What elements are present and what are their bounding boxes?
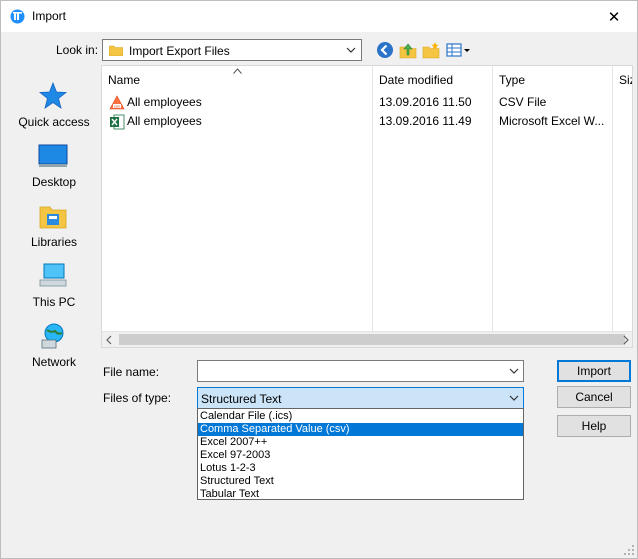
column-header-name[interactable]: Name: [102, 66, 372, 91]
places-bar: Quick access Desktop Libraries This PC N…: [8, 65, 100, 377]
files-of-type-select[interactable]: Structured Text: [197, 387, 524, 409]
folder-icon: [109, 45, 123, 56]
column-header-date[interactable]: Date modified: [373, 66, 492, 91]
place-label: This PC: [32, 295, 76, 309]
dropdown-option-highlighted[interactable]: Comma Separated Value (csv): [198, 423, 523, 436]
new-folder-icon[interactable]: [422, 41, 440, 59]
file-date: 13.09.2016 11.50: [379, 95, 472, 109]
csv-file-icon: csv: [109, 95, 125, 110]
this-pc-icon: [39, 263, 67, 287]
look-in-combo[interactable]: Import Export Files: [102, 39, 362, 61]
files-of-type-label: Files of type:: [103, 391, 172, 405]
cancel-button[interactable]: Cancel: [557, 386, 631, 408]
place-network[interactable]: Network: [8, 315, 100, 373]
chevron-down-icon: [346, 47, 356, 53]
file-name-field[interactable]: [197, 360, 524, 382]
view-menu-icon[interactable]: [446, 41, 472, 59]
excel-file-icon: [110, 114, 125, 130]
file-type: CSV File: [499, 95, 547, 109]
quick-access-star-icon: [38, 81, 68, 109]
back-icon[interactable]: [376, 41, 394, 59]
dropdown-option[interactable]: Excel 97-2003: [198, 449, 523, 462]
chevron-down-icon: [509, 395, 519, 401]
help-button[interactable]: Help: [557, 415, 631, 437]
svg-text:csv: csv: [114, 104, 120, 109]
window-title: Import: [32, 9, 67, 23]
horizontal-scrollbar[interactable]: [102, 331, 632, 347]
import-dialog: Import ✕ Look in: Import Export Files Qu…: [0, 0, 638, 559]
look-in-label: Look in:: [56, 43, 99, 57]
dropdown-option[interactable]: Excel 2007++: [198, 436, 523, 449]
scrollbar-thumb[interactable]: [119, 334, 625, 345]
scroll-right-icon[interactable]: [622, 335, 630, 345]
file-name: All employees: [127, 114, 202, 128]
up-folder-icon[interactable]: [399, 41, 417, 59]
place-label: Network: [31, 355, 76, 369]
network-icon: [41, 323, 64, 349]
column-header-type[interactable]: Type: [493, 66, 612, 91]
scroll-left-icon[interactable]: [105, 335, 113, 345]
look-in-value: Import Export Files: [129, 44, 230, 58]
title-bar: Import ✕: [1, 1, 637, 32]
libraries-icon: [39, 206, 67, 229]
place-label: Libraries: [30, 235, 78, 249]
app-icon: [10, 9, 25, 24]
place-quick-access[interactable]: Quick access: [8, 75, 100, 133]
column-header-size[interactable]: Siz: [613, 66, 632, 91]
place-desktop[interactable]: Desktop: [8, 135, 100, 193]
file-name: All employees: [127, 95, 202, 109]
file-list[interactable]: Name Date modified Type Siz csv All empl…: [101, 65, 633, 348]
dropdown-option[interactable]: Structured Text: [198, 475, 523, 488]
resize-grip-icon[interactable]: [623, 544, 635, 556]
desktop-icon: [38, 144, 68, 167]
close-button[interactable]: ✕: [591, 1, 637, 32]
import-button[interactable]: Import: [557, 360, 631, 382]
file-name-label: File name:: [103, 365, 160, 379]
place-libraries[interactable]: Libraries: [8, 195, 100, 253]
files-of-type-value: Structured Text: [201, 392, 282, 406]
place-this-pc[interactable]: This PC: [8, 255, 100, 313]
dropdown-option[interactable]: Lotus 1-2-3: [198, 462, 523, 475]
file-date: 13.09.2016 11.49: [379, 114, 472, 128]
file-type: Microsoft Excel W...: [499, 114, 605, 128]
place-label: Quick access: [18, 115, 90, 129]
dropdown-option[interactable]: Tabular Text: [198, 488, 523, 501]
files-of-type-dropdown: Calendar File (.ics) Comma Separated Val…: [197, 408, 524, 500]
close-icon: ✕: [607, 8, 621, 26]
dropdown-option[interactable]: Calendar File (.ics): [198, 410, 523, 423]
file-row[interactable]: csv All employees 13.09.2016 11.50 CSV F…: [102, 93, 632, 112]
chevron-down-icon[interactable]: [509, 365, 519, 377]
place-label: Desktop: [31, 175, 77, 189]
file-row[interactable]: All employees 13.09.2016 11.49 Microsoft…: [102, 112, 632, 131]
